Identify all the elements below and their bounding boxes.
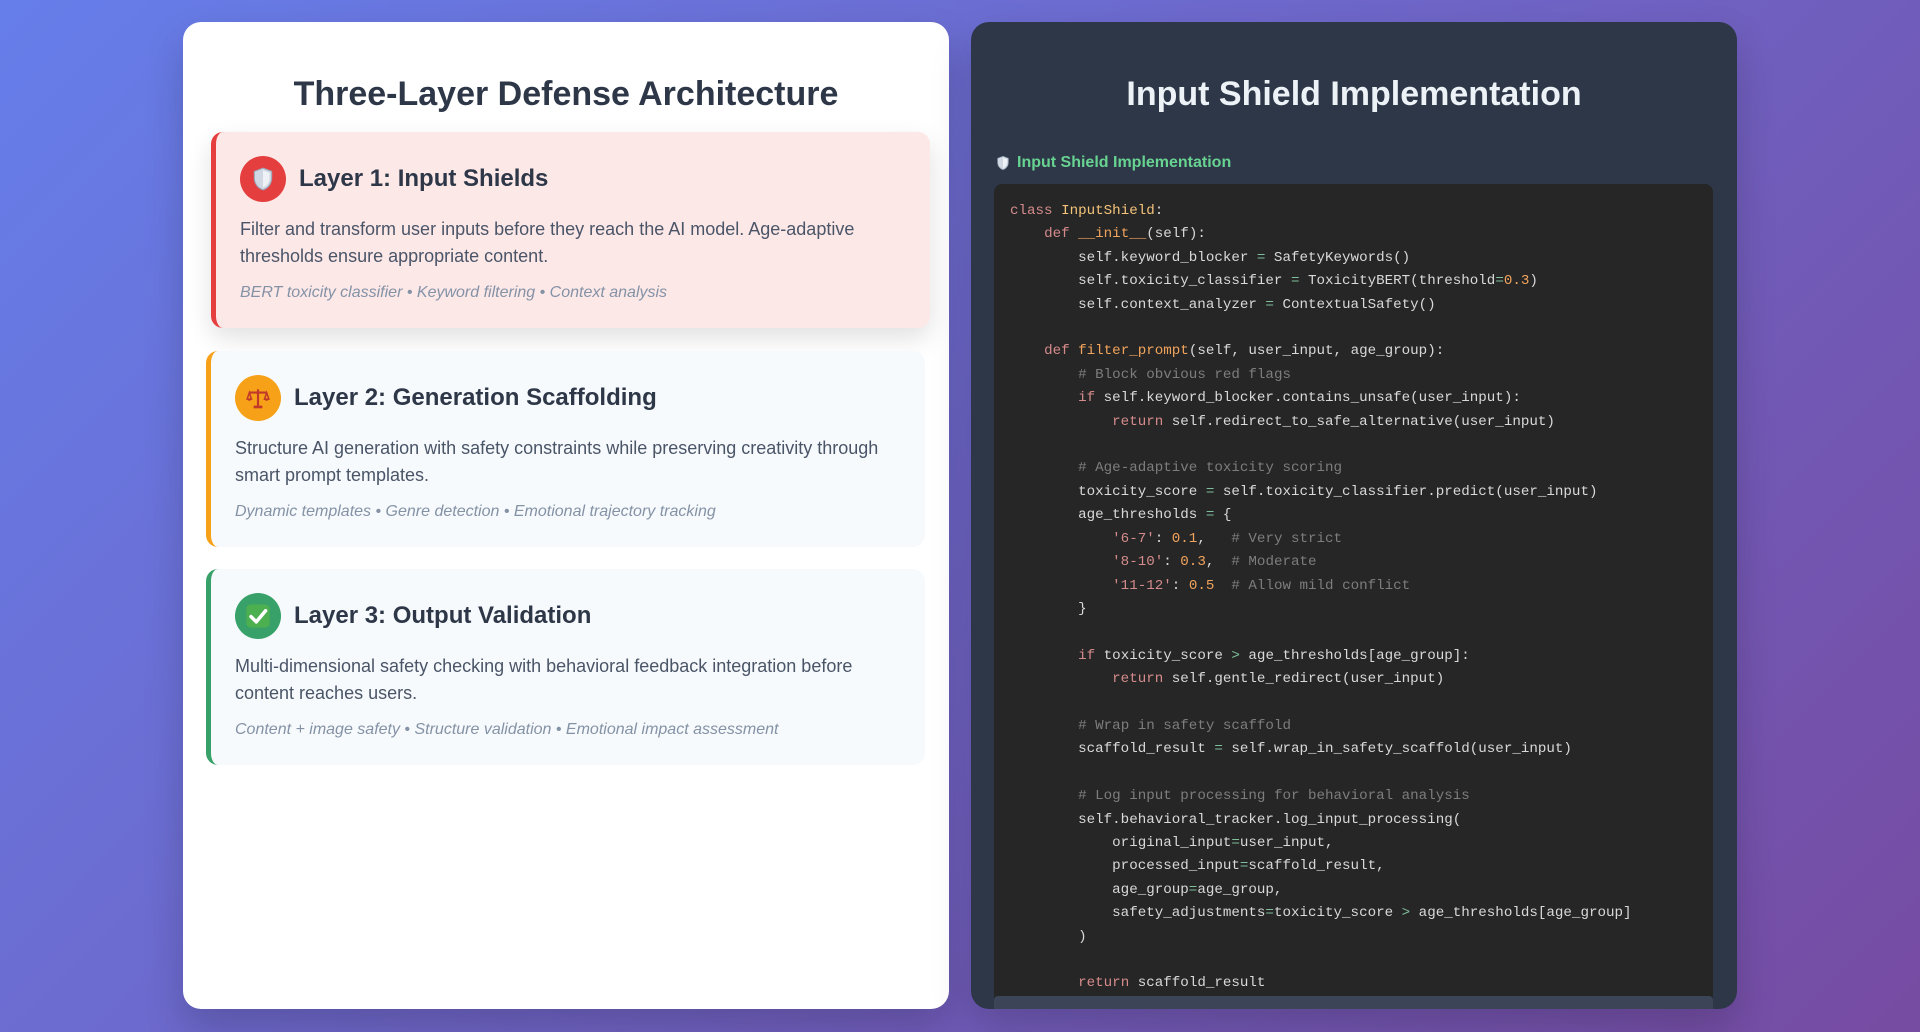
layer-header: Layer 2: Generation Scaffolding [235,375,657,421]
code-line: self.context_analyzer = ContextualSafety… [1010,296,1436,313]
layer-header: Layer 3: Output Validation [235,593,591,639]
code-line: } [1010,600,1087,617]
code-line: def filter_prompt(self, user_input, age_… [1044,343,1445,360]
implementation-title: Input Shield Implementation [1126,75,1582,113]
code-line: age_thresholds = { [1010,507,1232,524]
code-line: safety_adjustments=toxicity_score > age_… [1010,905,1632,922]
code-line: # Log input processing for behavioral an… [1078,788,1470,805]
checkmark-icon [235,593,281,639]
layer-card-output-validation[interactable]: Layer 3: Output Validation Multi-dimensi… [206,569,925,765]
shield-icon [995,155,1011,171]
code-block[interactable]: class InputShield: def __init__(self): s… [994,184,1713,1006]
layer-tags: BERT toxicity classifier • Keyword filte… [240,284,668,301]
layer-title: Layer 1: Input Shields [299,165,549,192]
code-label-text: Input Shield Implementation [1017,154,1232,171]
layer-description: Structure AI generation with safety cons… [235,438,879,485]
code-line: scaffold_result = self.wrap_in_safety_sc… [1010,741,1572,758]
code-line: # Age-adaptive toxicity scoring [1078,460,1343,477]
code-line: '6-7': 0.1, # Very strict [1112,530,1343,547]
architecture-panel: Three-Layer Defense Architecture Layer 1… [183,22,949,1009]
layer-description: Multi-dimensional safety checking with b… [235,656,853,703]
layer-description: Filter and transform user inputs before … [240,219,855,266]
code-line: return self.gentle_redirect(user_input) [1112,671,1445,688]
code-label: Input Shield Implementation [995,154,1231,172]
code-line: return scaffold_result [1078,975,1266,992]
code-line: # Wrap in safety scaffold [1078,717,1291,734]
code-line: original_input=user_input, [1010,834,1334,851]
code-line: age_group=age_group, [1010,881,1283,898]
layer-header: Layer 1: Input Shields [240,156,548,202]
code-line: def __init__(self): [1044,226,1206,243]
code-line: return self.redirect_to_safe_alternative… [1112,413,1555,430]
code-line: self.toxicity_classifier = ToxicityBERT(… [1010,273,1538,290]
code-line: self.behavioral_tracker.log_input_proces… [1010,811,1462,828]
layer-title: Layer 2: Generation Scaffolding [294,384,657,411]
implementation-panel: Input Shield Implementation Input Shield… [971,22,1737,1009]
scales-icon [235,375,281,421]
shield-icon [240,156,286,202]
code-line: '8-10': 0.3, # Moderate [1112,554,1317,571]
code-line: class InputShield: [1010,203,1164,219]
scrollbar-track[interactable] [994,996,1713,1009]
code-line: processed_input=scaffold_result, [1010,858,1385,875]
layer-tags: Dynamic templates • Genre detection • Em… [235,503,716,520]
code-line: if toxicity_score > age_thresholds[age_g… [1078,647,1470,664]
code-line: ) [1010,928,1087,945]
layer-tags: Content + image safety • Structure valid… [235,721,779,738]
code-line: # Block obvious red flags [1078,366,1291,383]
code-content[interactable]: class InputShield: def __init__(self): s… [1010,200,1697,996]
code-line: '11-12': 0.5 # Allow mild conflict [1112,577,1411,594]
layer-card-input-shields[interactable]: Layer 1: Input Shields Filter and transf… [211,132,930,328]
layer-card-generation-scaffolding[interactable]: Layer 2: Generation Scaffolding Structur… [206,351,925,547]
code-line: toxicity_score = self.toxicity_classifie… [1010,483,1598,500]
layer-title: Layer 3: Output Validation [294,602,592,629]
code-line: if self.keyword_blocker.contains_unsafe(… [1078,390,1521,407]
code-line: self.keyword_blocker = SafetyKeywords() [1010,249,1411,266]
page-title: Three-Layer Defense Architecture [293,75,839,113]
